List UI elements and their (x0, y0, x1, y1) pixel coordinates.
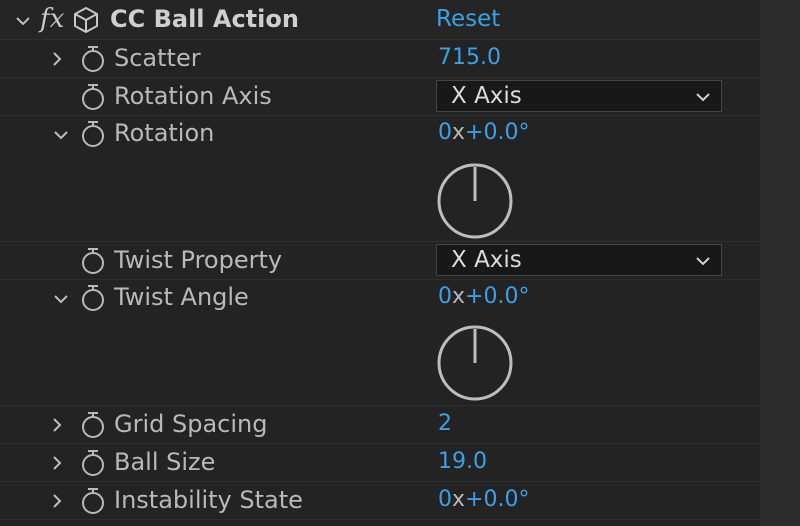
rotation-value[interactable]: 0x+0.0° (438, 118, 529, 148)
property-row-twist-property: Twist Property X Axis (0, 242, 760, 280)
property-label: Rotation (114, 119, 215, 147)
stopwatch-icon[interactable] (80, 449, 106, 477)
revolutions-value[interactable]: 0 (438, 120, 452, 145)
revolution-separator: x (452, 284, 466, 309)
effect-controls-panel: fx CC Ball Action Reset Scatter 715.0 Ro… (0, 0, 800, 526)
rotation-dial[interactable] (436, 162, 514, 240)
property-row-ball-size: Ball Size 19.0 (0, 444, 760, 482)
scatter-value[interactable]: 715.0 (438, 43, 501, 73)
property-row-twist-angle: Twist Angle 0x+0.0° (0, 280, 760, 406)
grid-spacing-value[interactable]: 2 (438, 409, 452, 439)
reset-button[interactable]: Reset (436, 4, 500, 34)
property-label: Ball Size (114, 448, 216, 476)
chevron-right-icon[interactable] (48, 416, 66, 434)
property-label: Grid Spacing (114, 410, 268, 438)
chevron-down-icon (695, 89, 711, 103)
revolution-separator: x (452, 487, 466, 512)
ball-size-value[interactable]: 19.0 (438, 447, 487, 477)
property-label: Instability State (114, 486, 303, 514)
effect-header-row: fx CC Ball Action Reset (0, 0, 760, 40)
stopwatch-icon[interactable] (80, 247, 106, 275)
stopwatch-icon[interactable] (80, 45, 106, 73)
fx-icon[interactable]: fx (40, 4, 64, 34)
twist-property-dropdown[interactable]: X Axis (436, 244, 722, 276)
stopwatch-icon[interactable] (80, 487, 106, 515)
property-row-scatter: Scatter 715.0 (0, 40, 760, 78)
instability-state-value[interactable]: 0x+0.0° (438, 485, 529, 515)
property-row-rotation-axis: Rotation Axis X Axis (0, 78, 760, 116)
chevron-down-icon[interactable] (52, 126, 70, 144)
property-row-grid-spacing: Grid Spacing 2 (0, 406, 760, 444)
dropdown-selected-value: X Axis (451, 83, 522, 109)
twist-angle-dial[interactable] (436, 324, 514, 402)
property-label: Twist Angle (114, 283, 249, 311)
stopwatch-icon[interactable] (80, 120, 106, 148)
stopwatch-icon[interactable] (80, 83, 106, 111)
stopwatch-icon[interactable] (80, 411, 106, 439)
property-label: Rotation Axis (114, 82, 272, 110)
degrees-value[interactable]: +0.0° (465, 120, 529, 145)
revolutions-value[interactable]: 0 (438, 487, 452, 512)
chevron-down-icon[interactable] (52, 290, 70, 308)
effect-name: CC Ball Action (110, 5, 299, 33)
degrees-value[interactable]: +0.0° (465, 487, 529, 512)
cube-icon (72, 6, 100, 34)
panel-scrollbar[interactable] (760, 0, 800, 526)
dropdown-selected-value: X Axis (451, 247, 522, 273)
property-row-instability-state: Instability State 0x+0.0° (0, 482, 760, 520)
chevron-right-icon[interactable] (48, 492, 66, 510)
chevron-right-icon[interactable] (48, 454, 66, 472)
property-label: Scatter (114, 44, 201, 72)
stopwatch-icon[interactable] (80, 284, 106, 312)
revolutions-value[interactable]: 0 (438, 284, 452, 309)
revolution-separator: x (452, 120, 466, 145)
chevron-right-icon[interactable] (48, 50, 66, 68)
property-label: Twist Property (114, 246, 283, 274)
chevron-down-icon[interactable] (14, 12, 32, 30)
twist-angle-value[interactable]: 0x+0.0° (438, 282, 529, 312)
property-row-rotation: Rotation 0x+0.0° (0, 116, 760, 242)
degrees-value[interactable]: +0.0° (465, 284, 529, 309)
rotation-axis-dropdown[interactable]: X Axis (436, 80, 722, 112)
chevron-down-icon (695, 253, 711, 267)
